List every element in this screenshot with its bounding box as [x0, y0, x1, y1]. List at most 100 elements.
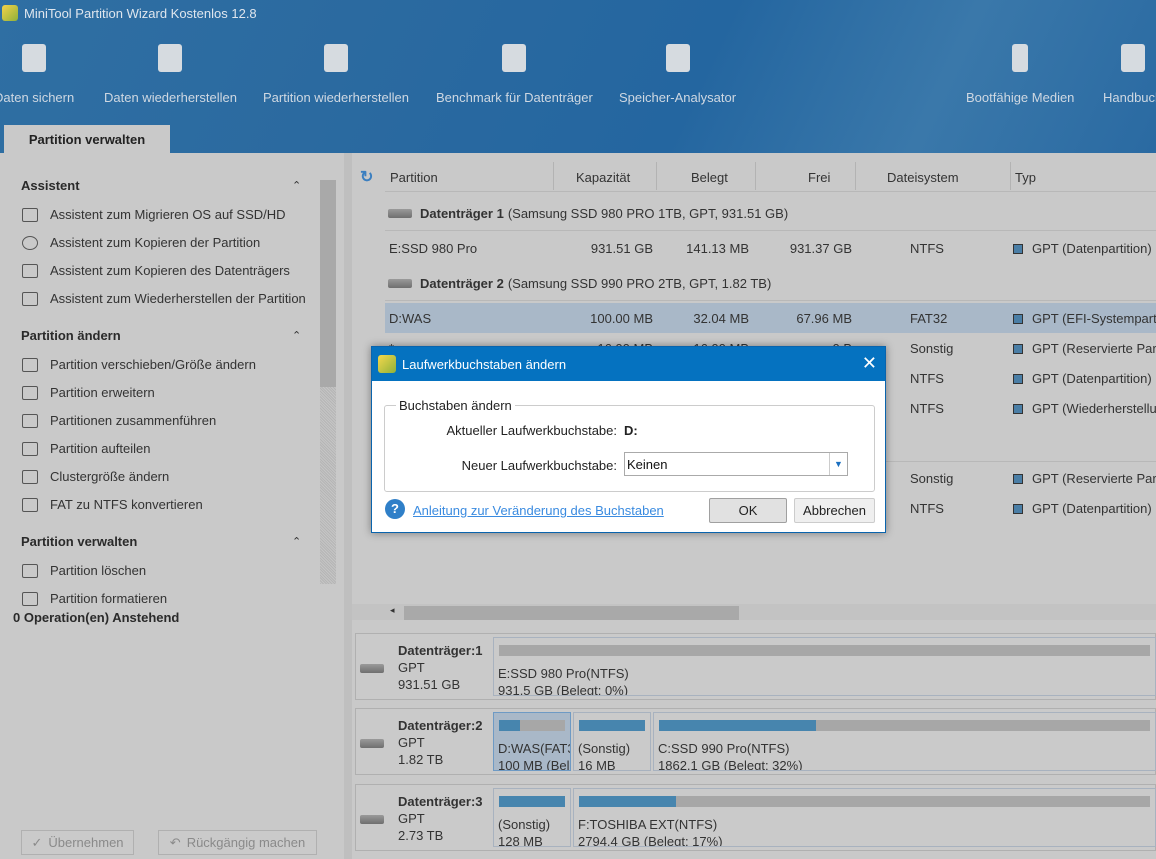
column-divider[interactable] [656, 162, 657, 190]
chevron-down-icon[interactable]: ▼ [829, 453, 847, 475]
toolbar-space-analyzer[interactable]: Speicher-Analysator [619, 44, 736, 105]
sidebar-item-migrate-os[interactable]: Assistent zum Migrieren OS auf SSD/HD [22, 207, 286, 222]
col-partition[interactable]: Partition [390, 162, 438, 192]
scrollbar-thumb[interactable] [404, 606, 739, 620]
apply-button[interactable]: ✓ Übernehmen [21, 830, 134, 855]
group-title: Buchstaben ändern [396, 398, 515, 413]
sidebar-item-copy-disk[interactable]: Assistent zum Kopieren des Datenträgers [22, 263, 290, 278]
partition-text: (Sonstig) 128 MB [498, 816, 550, 847]
disk-style: GPT [398, 811, 425, 826]
partition-detail: 2794.4 GB (Belegt: 17%) [578, 834, 723, 847]
column-divider[interactable] [553, 162, 554, 190]
partition-block[interactable]: F:TOSHIBA EXT(NTFS) 2794.4 GB (Belegt: 17… [573, 788, 1156, 847]
toolbar-data-recovery[interactable]: Daten wiederherstellen [104, 44, 237, 105]
sidebar-item-fat-to-ntfs[interactable]: FAT zu NTFS konvertieren [22, 497, 203, 512]
partition-detail: 128 MB [498, 834, 543, 847]
close-icon[interactable]: ✕ [862, 353, 877, 374]
usage-bar [659, 720, 1150, 731]
disk-map-3[interactable]: Datenträger:3 GPT 2.73 TB (Sonstig) 128 MB F:… [355, 784, 1156, 851]
sidebar-scrollbar[interactable] [320, 160, 336, 600]
disk-info: (Samsung SSD 980 PRO 1TB, GPT, 931.51 GB… [507, 205, 789, 221]
disk-map-1[interactable]: Datenträger:1 GPT 931.51 GB E:SSD 980 Pro(N… [355, 633, 1156, 700]
col-type[interactable]: Typ [1015, 162, 1036, 192]
toolbar-benchmark[interactable]: Benchmark für Datenträger [436, 44, 593, 105]
usage-fill [659, 720, 817, 731]
scrollbar-track[interactable] [320, 387, 336, 584]
disk-icon [360, 815, 384, 824]
trash-icon [22, 563, 38, 578]
toolbar-partition-recovery[interactable]: Partition wiederherstellen [263, 44, 409, 105]
section-partition-aendern[interactable]: Partition ändern [21, 328, 121, 343]
collapse-icon[interactable]: ⌃ [292, 179, 301, 192]
partition-block[interactable]: (Sonstig) 16 MB [573, 712, 651, 771]
data-recovery-icon [158, 44, 183, 72]
cell-fs: NTFS [910, 501, 944, 516]
partition-block[interactable]: E:SSD 980 Pro(NTFS) 931.5 GB (Belegt: 0%) [493, 637, 1156, 696]
sidebar-item-delete[interactable]: Partition löschen [22, 563, 146, 578]
sidebar-item-split[interactable]: Partition aufteilen [22, 441, 150, 456]
disk-icon [388, 278, 412, 288]
disk-style: GPT [398, 660, 425, 675]
partition-text: C:SSD 990 Pro(NTFS) 1862.1 GB (Belegt: 32… [658, 740, 803, 771]
toolbar-backup[interactable]: Daten sichern [0, 44, 74, 105]
tab-partition-verwalten[interactable]: Partition verwalten [4, 125, 170, 153]
col-used[interactable]: Belegt [691, 162, 728, 192]
cancel-button[interactable]: Abbrechen [794, 498, 875, 523]
sidebar-item-copy-partition[interactable]: Assistent zum Kopieren der Partition [22, 235, 260, 250]
pending-operations: 0 Operation(en) Anstehend [13, 610, 180, 625]
merge-icon [22, 413, 38, 428]
undo-icon: ↶ [169, 834, 181, 850]
sidebar-item-move-resize[interactable]: Partition verschieben/Größe ändern [22, 357, 256, 372]
column-divider[interactable] [1010, 162, 1011, 190]
window-title: MiniTool Partition Wizard Kostenlos 12.8 [24, 5, 257, 21]
sliders-icon [22, 357, 38, 372]
table-row[interactable]: D:WAS 100.00 MB 32.04 MB 67.96 MB FAT32 GPT (… [385, 303, 1156, 333]
sidebar-item-cluster-size[interactable]: Clustergröße ändern [22, 469, 169, 484]
column-divider[interactable] [755, 162, 756, 190]
item-label: Partition verschieben/Größe ändern [50, 357, 256, 372]
column-divider[interactable] [855, 162, 856, 190]
partition-block[interactable]: C:SSD 990 Pro(NTFS) 1862.1 GB (Belegt: 32… [653, 712, 1156, 771]
collapse-icon[interactable]: ⌃ [292, 535, 301, 548]
usage-bar [499, 796, 565, 807]
horizontal-scrollbar[interactable]: ◂ [352, 604, 1156, 620]
toolbar-bootable-media[interactable]: Bootfähige Medien [966, 44, 1074, 105]
cell-used: 32.04 MB [693, 311, 749, 326]
sidebar-item-format[interactable]: Partition formatieren [22, 591, 167, 606]
sidebar-item-partition-recovery[interactable]: Assistent zum Wiederherstellen der Parti… [22, 291, 306, 306]
scrollbar-thumb[interactable] [320, 180, 336, 387]
disk-header-1[interactable]: Datenträger 1 (Samsung SSD 980 PRO 1TB, G… [388, 198, 788, 228]
help-icon[interactable]: ? [385, 499, 405, 519]
section-partition-verwalten[interactable]: Partition verwalten [21, 534, 137, 549]
apply-label: Übernehmen [48, 835, 124, 850]
type-label: GPT (Datenpartition) [1032, 501, 1152, 516]
partition-detail: 1862.1 GB (Belegt: 32%) [658, 758, 803, 771]
partition-block[interactable]: D:WAS(FAT32) 100 MB (Belegt: 32%) [493, 712, 571, 771]
table-row[interactable]: E:SSD 980 Pro 931.51 GB 141.13 MB 931.37 GB… [385, 233, 1156, 263]
collapse-icon[interactable]: ⌃ [292, 329, 301, 342]
new-letter-select[interactable]: Keinen ▼ [624, 452, 848, 476]
cell-fs: NTFS [910, 371, 944, 386]
header-divider [385, 191, 1156, 192]
partition-block[interactable]: (Sonstig) 128 MB [493, 788, 571, 847]
ribbon: MiniTool Partition Wizard Kostenlos 12.8… [0, 0, 1156, 153]
scroll-left-icon[interactable]: ◂ [390, 605, 395, 616]
section-assistent[interactable]: Assistent [21, 178, 80, 193]
toolbar-manual[interactable]: Handbuch [1103, 44, 1156, 105]
panel-splitter[interactable] [344, 153, 352, 859]
partition-detail: 100 MB (Belegt: 32%) [498, 758, 570, 771]
disk-header-2[interactable]: Datenträger 2 (Samsung SSD 990 PRO 2TB, G… [388, 268, 771, 298]
help-link[interactable]: Anleitung zur Veränderung des Buchstaben [413, 503, 664, 518]
undo-button[interactable]: ↶ Rückgängig machen [158, 830, 317, 855]
ok-button[interactable]: OK [709, 498, 787, 523]
partition-recovery-icon [323, 44, 348, 72]
type-label: GPT (Datenpartition) [1032, 241, 1152, 256]
sidebar-item-extend[interactable]: Partition erweitern [22, 385, 155, 400]
col-free[interactable]: Frei [808, 162, 830, 192]
disk-map-2[interactable]: Datenträger:2 GPT 1.82 TB D:WAS(FAT32) 100 M… [355, 708, 1156, 775]
type-label: GPT (EFI-Systempartition) [1032, 311, 1156, 326]
sidebar-item-merge[interactable]: Partitionen zusammenführen [22, 413, 216, 428]
col-filesystem[interactable]: Dateisystem [887, 162, 959, 192]
col-capacity[interactable]: Kapazität [576, 162, 630, 192]
refresh-icon[interactable]: ↻ [360, 167, 373, 187]
